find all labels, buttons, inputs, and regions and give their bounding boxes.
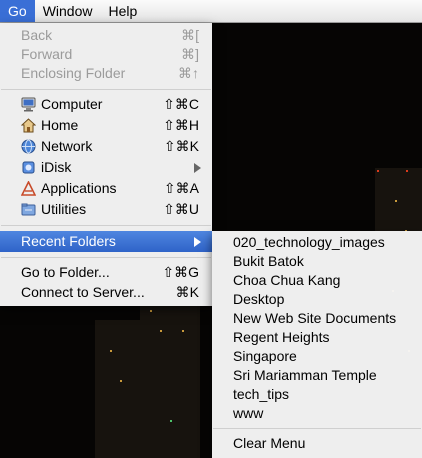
- menu-item-label: Utilities: [41, 201, 87, 217]
- shortcut-label: ⇧⌘C: [163, 96, 199, 112]
- menu-item-label: www: [233, 405, 264, 421]
- recent-folder-item[interactable]: tech_tips: [212, 384, 422, 405]
- window-light: [120, 380, 122, 382]
- menu-item-utilities[interactable]: Utilities ⇧⌘U: [0, 199, 212, 220]
- menu-item-computer[interactable]: Computer ⇧⌘C: [0, 94, 212, 115]
- shortcut-label: ⇧⌘H: [163, 117, 199, 133]
- menu-bar: Go Window Help: [0, 0, 422, 23]
- menu-separator: [1, 257, 211, 258]
- menu-item-forward[interactable]: Forward ⌘]: [0, 44, 212, 65]
- window-light: [110, 350, 112, 352]
- window-light: [170, 420, 172, 422]
- idisk-icon: [22, 161, 35, 174]
- menu-item-label: Home: [41, 117, 79, 133]
- menu-item-label: Forward: [21, 46, 73, 62]
- menu-item-label: Enclosing Folder: [21, 65, 126, 81]
- menu-item-home[interactable]: Home ⇧⌘H: [0, 115, 212, 136]
- recent-folders-submenu: 020_technology_images Bukit Batok Choa C…: [212, 231, 422, 458]
- shortcut-label: ⇧⌘U: [163, 201, 199, 217]
- recent-folder-item[interactable]: www: [212, 403, 422, 424]
- go-menu: Back ⌘[ Forward ⌘] Enclosing Folder ⌘↑ C…: [0, 23, 212, 306]
- menu-item-label: Applications: [41, 180, 117, 196]
- shortcut-label: ⇧⌘K: [163, 138, 199, 154]
- window-light: [150, 310, 152, 312]
- menu-item-label: Sri Mariamman Temple: [233, 367, 377, 383]
- recent-folder-item[interactable]: Sri Mariamman Temple: [212, 365, 422, 386]
- submenu-arrow-icon: [194, 163, 201, 173]
- menu-item-label: Connect to Server...: [21, 284, 145, 300]
- recent-folder-item[interactable]: Choa Chua Kang: [212, 270, 422, 291]
- menu-item-label: Computer: [41, 96, 103, 112]
- utilities-icon: [21, 203, 36, 216]
- menu-item-label: Recent Folders: [21, 233, 116, 249]
- menu-separator: [1, 225, 211, 226]
- recent-folder-item[interactable]: Regent Heights: [212, 327, 422, 348]
- window-light: [395, 200, 397, 202]
- menu-item-label: Go to Folder...: [21, 264, 110, 280]
- tower-light: [406, 170, 408, 172]
- recent-folder-item[interactable]: Bukit Batok: [212, 251, 422, 272]
- menu-item-label: 020_technology_images: [233, 234, 385, 250]
- menu-item-label: Clear Menu: [233, 435, 306, 451]
- menu-item-back[interactable]: Back ⌘[: [0, 25, 212, 46]
- menu-item-recent-folders[interactable]: Recent Folders: [0, 231, 212, 252]
- clear-menu-item[interactable]: Clear Menu: [212, 433, 422, 454]
- globe-icon: [21, 139, 36, 154]
- window-light: [182, 330, 184, 332]
- applications-icon: [21, 181, 36, 196]
- recent-folder-item[interactable]: New Web Site Documents: [212, 308, 422, 329]
- menu-item-label: Choa Chua Kang: [233, 272, 341, 288]
- menu-item-applications[interactable]: Applications ⇧⌘A: [0, 178, 212, 199]
- menu-item-label: iDisk: [41, 159, 72, 175]
- computer-icon: [21, 97, 36, 112]
- menu-item-label: Bukit Batok: [233, 253, 304, 269]
- menu-item-go-to-folder[interactable]: Go to Folder... ⇧⌘G: [0, 262, 212, 283]
- menu-separator: [213, 428, 421, 429]
- submenu-arrow-icon: [194, 237, 201, 247]
- menu-item-label: Network: [41, 138, 93, 154]
- recent-folder-item[interactable]: 020_technology_images: [212, 232, 422, 253]
- shortcut-label: ⌘[: [181, 27, 199, 43]
- menu-item-network[interactable]: Network ⇧⌘K: [0, 136, 212, 157]
- recent-folder-item[interactable]: Singapore: [212, 346, 422, 367]
- menu-help[interactable]: Help: [100, 0, 145, 22]
- shortcut-label: ⇧⌘G: [162, 264, 199, 280]
- window-light: [160, 330, 162, 332]
- menu-item-label: tech_tips: [233, 386, 290, 402]
- home-icon: [21, 118, 36, 133]
- shortcut-label: ⌘K: [175, 284, 199, 300]
- menu-item-label: Back: [21, 27, 53, 43]
- menu-window[interactable]: Window: [35, 0, 101, 22]
- menu-item-label: Desktop: [233, 291, 285, 307]
- shortcut-label: ⌘]: [181, 46, 199, 62]
- tower-light: [377, 170, 379, 172]
- menu-go[interactable]: Go: [0, 0, 35, 22]
- building: [95, 320, 140, 458]
- menu-item-enclosing-folder[interactable]: Enclosing Folder ⌘↑: [0, 63, 212, 84]
- recent-folder-item[interactable]: Desktop: [212, 289, 422, 310]
- shortcut-label: ⇧⌘A: [163, 180, 199, 196]
- shortcut-label: ⌘↑: [178, 65, 199, 81]
- menu-item-idisk[interactable]: iDisk: [0, 157, 212, 178]
- menu-separator: [1, 89, 211, 90]
- menu-item-label: New Web Site Documents: [233, 310, 397, 326]
- building: [140, 300, 200, 458]
- menu-item-label: Regent Heights: [233, 329, 330, 345]
- menu-item-label: Singapore: [233, 348, 297, 364]
- menu-item-connect-to-server[interactable]: Connect to Server... ⌘K: [0, 282, 212, 303]
